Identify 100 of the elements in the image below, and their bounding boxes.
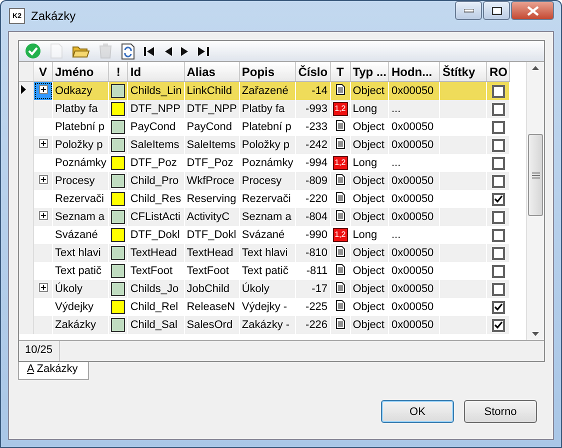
table-cell: 0x00050: [388, 316, 440, 334]
table-row[interactable]: Zakázky Child_Sal SalesOrd Zakázky - -226 Object 0x00050: [19, 316, 510, 334]
table-cell: JobChild: [184, 280, 240, 298]
checkbox[interactable]: [492, 156, 505, 170]
table-row[interactable]: Položky p SaleItems SaleItems Položky p -242 Object 0x00050: [19, 136, 510, 154]
table-cell: Zařazené: [239, 82, 296, 100]
vertical-scrollbar[interactable]: [526, 62, 544, 340]
expand-icon[interactable]: [38, 175, 48, 184]
checkbox[interactable]: [492, 264, 505, 278]
table-cell: -242: [296, 136, 330, 154]
table-row[interactable]: Platby fa DTF_NPP DTF_NPP Platby fa -993 1,2 Long ...: [19, 100, 510, 118]
cancel-button[interactable]: Storno: [464, 400, 537, 423]
checkbox[interactable]: [492, 282, 505, 296]
last-icon[interactable]: [196, 46, 211, 56]
table-cell: Odkazy: [52, 82, 109, 100]
checkbox[interactable]: [492, 84, 505, 98]
checkbox[interactable]: [492, 138, 505, 152]
close-button[interactable]: [511, 1, 554, 20]
check-icon[interactable]: [23, 43, 43, 59]
column-header[interactable]: Alias: [184, 62, 240, 82]
table-cell: -226: [296, 316, 330, 334]
table-cell: ...: [388, 100, 440, 118]
table-cell: 0x00050: [388, 244, 440, 262]
table-cell: -804: [296, 208, 330, 226]
expand-icon[interactable]: [38, 85, 48, 94]
checkbox[interactable]: [492, 318, 505, 332]
tab[interactable]: A Zakázky: [18, 362, 89, 380]
table-row[interactable]: Odkazy Childs_Lin LinkChild Zařazené -14 Object 0x00050: [19, 82, 510, 100]
table-cell: Seznam a: [52, 208, 109, 226]
table-cell: Child_Pro: [128, 172, 184, 190]
first-icon[interactable]: [142, 46, 157, 56]
column-header[interactable]: T: [330, 62, 350, 82]
column-header[interactable]: Jméno: [52, 62, 109, 82]
expand-icon[interactable]: [38, 139, 48, 148]
table-cell: Úkoly: [239, 280, 296, 298]
table-cell: Úkoly: [52, 280, 109, 298]
refresh-icon[interactable]: [119, 42, 137, 60]
checkbox[interactable]: [492, 192, 505, 206]
number-type-badge: 1,2: [332, 102, 348, 116]
table-cell: SaleItems: [128, 136, 184, 154]
table-cell: ActivityC: [184, 208, 240, 226]
table-cell: Procesy: [52, 172, 109, 190]
table-cell: Object: [350, 316, 389, 334]
scroll-down-icon[interactable]: [532, 332, 539, 336]
number-type-badge: 1,2: [332, 156, 348, 170]
table-cell: SaleItems: [184, 136, 240, 154]
minimize-button[interactable]: [455, 1, 482, 20]
folder-icon[interactable]: [70, 44, 92, 58]
expand-icon[interactable]: [38, 283, 48, 292]
checkbox[interactable]: [492, 102, 505, 116]
table-cell: Object: [350, 136, 389, 154]
checkbox[interactable]: [492, 174, 505, 188]
column-header[interactable]: !: [108, 62, 128, 82]
column-header[interactable]: Číslo: [296, 62, 330, 82]
checkbox[interactable]: [492, 246, 505, 260]
current-row-icon: [21, 85, 26, 94]
minimize-icon: [464, 8, 474, 12]
table-cell: Zakázky -: [239, 316, 296, 334]
table-cell: LinkChild: [184, 82, 240, 100]
table-row[interactable]: Seznam a CFListActi ActivityC Seznam a -804 Object 0x00050: [19, 208, 510, 226]
checkbox[interactable]: [492, 120, 505, 134]
table-cell: Text hlavi: [52, 244, 109, 262]
table-cell: 0x00050: [388, 82, 440, 100]
table-cell: TextHead: [128, 244, 184, 262]
table-cell: -993: [296, 100, 330, 118]
table-cell: DTF_NPP: [128, 100, 184, 118]
table-cell: Platby fa: [52, 100, 109, 118]
expand-icon[interactable]: [38, 211, 48, 220]
table-cell: -17: [296, 280, 330, 298]
checkbox[interactable]: [492, 210, 505, 224]
column-header[interactable]: Id: [128, 62, 184, 82]
number-type-badge: 1,2: [332, 228, 348, 242]
scroll-thumb[interactable]: [528, 134, 543, 216]
column-header[interactable]: RO: [486, 62, 510, 82]
column-header[interactable]: Popis: [239, 62, 296, 82]
window-title: Zakázky: [31, 9, 77, 23]
table-cell: Seznam a: [239, 208, 296, 226]
table-cell: Childs_Lin: [128, 82, 184, 100]
column-header[interactable]: Typ ...: [350, 62, 389, 82]
scroll-up-icon[interactable]: [532, 66, 539, 70]
ok-button[interactable]: OK: [381, 400, 454, 423]
table-cell: Platby fa: [239, 100, 296, 118]
column-header[interactable]: Štítky: [440, 62, 487, 82]
column-header[interactable]: Hodn...: [388, 62, 440, 82]
table-row[interactable]: Text hlavi TextHead TextHead Text hlavi -810 Object 0x00050: [19, 244, 510, 262]
maximize-icon: [492, 6, 502, 14]
table-cell: Zakázky: [52, 316, 109, 334]
table-cell: Child_Sal: [128, 316, 184, 334]
table-row[interactable]: Procesy Child_Pro WkfProce Procesy -809 Object 0x00050: [19, 172, 510, 190]
checkbox[interactable]: [492, 300, 505, 314]
table-cell: Položky p: [52, 136, 109, 154]
table-cell: Object: [350, 172, 389, 190]
table-cell: -809: [296, 172, 330, 190]
table-cell: Object: [350, 244, 389, 262]
maximize-button[interactable]: [483, 1, 510, 20]
table-cell: WkfProce: [184, 172, 240, 190]
table-cell: 0x00050: [388, 280, 440, 298]
table-row[interactable]: Úkoly Childs_Jo JobChild Úkoly -17 Object 0x00050: [19, 280, 510, 298]
checkbox[interactable]: [492, 228, 505, 242]
column-header[interactable]: V: [34, 62, 52, 82]
